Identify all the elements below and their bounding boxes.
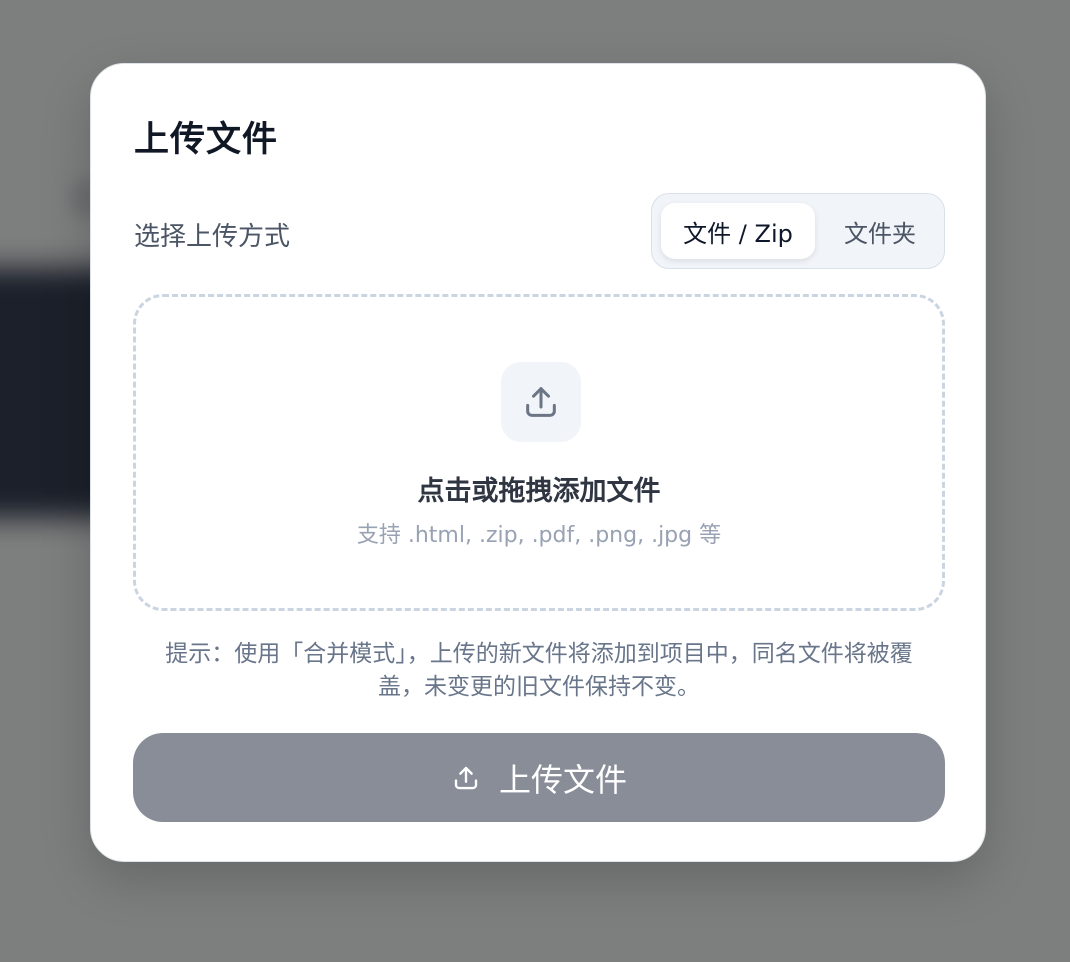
merge-mode-hint: 提示：使用「合并模式」，上传的新文件将添加到项目中，同名文件将被覆盖，未变更的旧…	[165, 641, 913, 700]
upload-mode-label: 选择上传方式	[134, 222, 291, 252]
upload-icon	[451, 763, 481, 793]
upload-dialog: 上传文件 选择上传方式 文件 / Zip 文件夹 点击或拖拽添加文件 支持 .h…	[90, 63, 986, 862]
dropzone-title: 点击或拖拽添加文件	[417, 476, 661, 507]
mode-file-zip-button[interactable]: 文件 / Zip	[661, 203, 815, 259]
dialog-title: 上传文件	[134, 120, 279, 160]
dropzone-supported-formats: 支持 .html, .zip, .pdf, .png, .jpg 等	[356, 523, 722, 548]
upload-submit-button[interactable]: 上传文件	[133, 733, 945, 822]
mode-folder-button[interactable]: 文件夹	[822, 203, 938, 259]
upload-button-label: 上传文件	[498, 760, 627, 799]
file-dropzone[interactable]: 点击或拖拽添加文件 支持 .html, .zip, .pdf, .png, .j…	[133, 294, 945, 611]
upload-mode-toggle: 文件 / Zip 文件夹	[651, 193, 945, 269]
upload-icon	[501, 362, 581, 442]
